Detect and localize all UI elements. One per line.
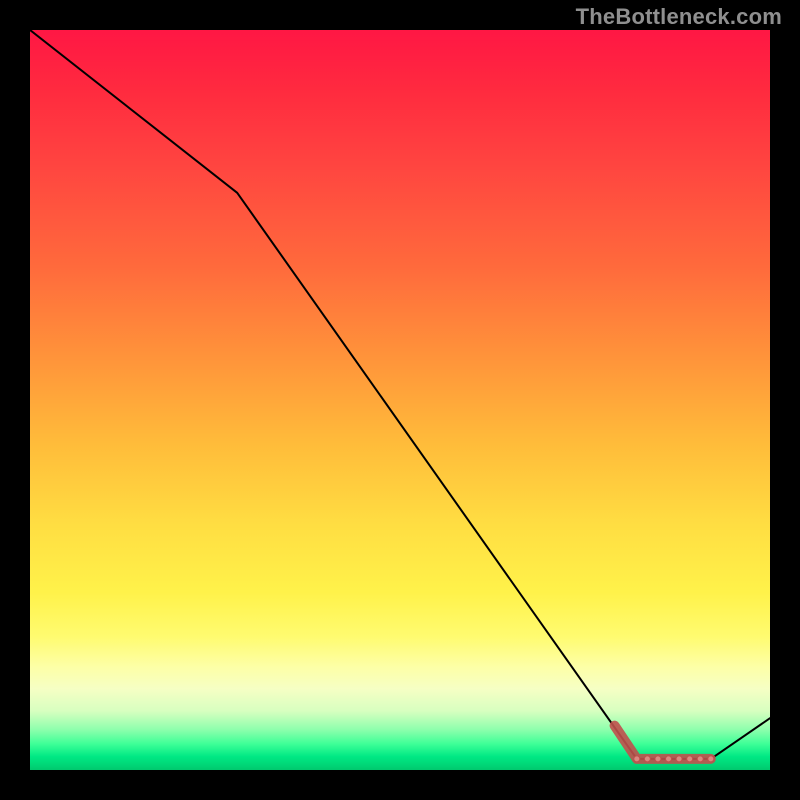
line-chart-svg	[30, 30, 770, 770]
highlight-marker	[697, 756, 703, 762]
highlight-marker	[676, 756, 682, 762]
highlight-marker	[644, 756, 650, 762]
highlight-marker	[687, 756, 693, 762]
chart-frame: TheBottleneck.com	[0, 0, 800, 800]
highlight-marker	[655, 756, 661, 762]
watermark-text: TheBottleneck.com	[576, 4, 782, 30]
plot-area	[30, 30, 770, 770]
highlight-marker	[708, 756, 714, 762]
highlight-marker	[634, 756, 640, 762]
highlight-marker	[666, 756, 672, 762]
highlight-segment	[615, 726, 711, 759]
bottleneck-line	[30, 30, 770, 759]
